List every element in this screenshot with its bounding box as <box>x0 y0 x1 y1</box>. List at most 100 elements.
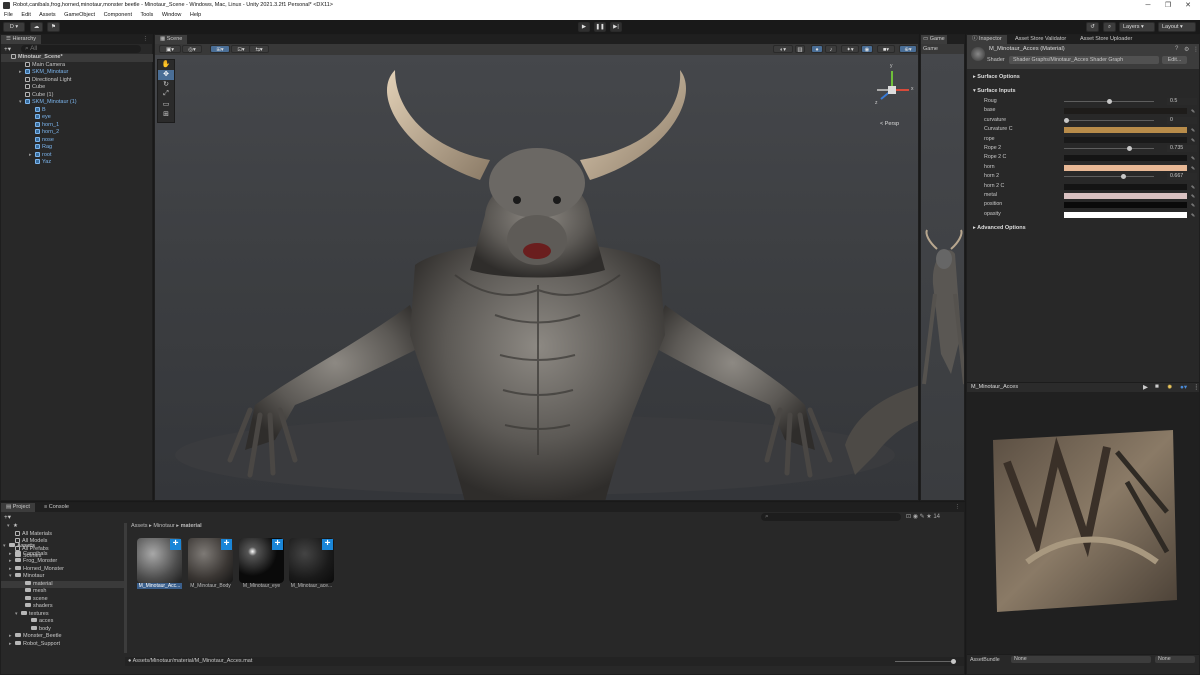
color-swatch[interactable] <box>1064 211 1187 218</box>
effects-icon[interactable]: ✦▾ <box>841 45 859 53</box>
menu-tools[interactable]: Tools <box>140 12 153 18</box>
lighting-icon[interactable]: ● <box>811 45 823 53</box>
hierarchy-item[interactable]: Yaz <box>1 159 153 167</box>
hierarchy-item[interactable]: horn_2 <box>1 129 153 137</box>
surface-inputs-foldout[interactable]: ▾ Surface Inputs <box>967 87 1199 96</box>
project-folder-item[interactable]: acces <box>1 618 124 626</box>
project-folder-item[interactable]: body <box>1 625 124 634</box>
hierarchy-item[interactable]: Cube <box>1 84 153 92</box>
move-tool-icon[interactable]: ✥ <box>158 70 174 80</box>
rect-tool-icon[interactable]: ▭ <box>158 100 174 110</box>
audio-icon[interactable]: ♪ <box>825 45 837 53</box>
help-icon[interactable]: ? <box>1175 46 1178 52</box>
hierarchy-search-input[interactable]: ⌕ All <box>21 45 141 53</box>
advanced-options-foldout[interactable]: ▸ Advanced Options <box>967 224 1199 233</box>
search-icon[interactable]: ⌕ <box>1103 22 1116 32</box>
create-plus-button[interactable]: +▾ <box>4 45 16 53</box>
preview-stop-icon[interactable]: ■ <box>1155 383 1159 390</box>
project-folder-item[interactable]: scene <box>1 595 124 604</box>
property-value-field[interactable]: 0.735 <box>1167 145 1197 152</box>
color-swatch[interactable] <box>1064 108 1187 115</box>
hierarchy-item[interactable]: B <box>1 106 153 115</box>
add-asset-icon[interactable]: + <box>170 539 181 550</box>
add-asset-icon[interactable]: + <box>221 539 232 550</box>
project-folder-item[interactable]: ▸ Monster_Beetle <box>1 633 124 641</box>
menu-gameobject[interactable]: GameObject <box>64 12 95 18</box>
menu-help[interactable]: Help <box>190 12 201 18</box>
game-display-dropdown[interactable]: Game <box>921 44 964 54</box>
asset-thumb-ace[interactable]: + <box>289 538 334 583</box>
surface-options-foldout[interactable]: ▸ Surface Options <box>967 73 1199 82</box>
thumbnail-size-slider[interactable] <box>895 659 956 664</box>
game-view[interactable] <box>921 54 964 500</box>
gizmos-icon[interactable]: ⊕▾ <box>899 45 917 53</box>
project-create-button[interactable]: +▾ <box>4 513 11 521</box>
breadcrumb-minotaur[interactable]: Minotaur <box>153 523 174 529</box>
menu-edit[interactable]: Edit <box>21 12 30 18</box>
pause-button[interactable]: ❚❚ <box>594 22 606 32</box>
play-button[interactable]: ▶ <box>578 22 590 32</box>
tab-inspector[interactable]: ⓘ Inspector <box>967 35 1007 44</box>
project-folder-item[interactable]: material <box>1 580 124 588</box>
hierarchy-item[interactable]: ▸ SKM_Minotaur <box>1 69 153 77</box>
snap-increment-icon[interactable]: ⊡▾ <box>231 45 251 53</box>
tab-console[interactable]: ≡ Console <box>39 503 74 512</box>
hidden-objects-icon[interactable]: ◉ <box>861 45 873 53</box>
slider-knob[interactable] <box>1127 146 1133 151</box>
grid-snap-icon[interactable]: ⊞▾ <box>210 45 230 53</box>
color-swatch[interactable] <box>1064 164 1187 171</box>
property-value-field[interactable]: 0.667 <box>1167 173 1197 181</box>
hierarchy-item[interactable]: Minotaur_Scene* <box>1 54 153 62</box>
rotate-tool-icon[interactable]: ↻ <box>158 80 174 90</box>
scale-tool-icon[interactable]: ⤢ <box>158 90 174 100</box>
tab-asset-store-uploader[interactable]: Asset Store Uploader <box>1075 35 1137 44</box>
draw-mode-icon[interactable]: ▣▾ <box>159 45 181 53</box>
tree-scrollbar[interactable] <box>124 523 127 653</box>
minimize-button[interactable]: ─ <box>1138 0 1158 11</box>
edit-shader-button[interactable]: Edit... <box>1162 56 1187 64</box>
preview-light-icon[interactable]: ✹ <box>1167 383 1172 391</box>
color-swatch[interactable] <box>1064 193 1187 199</box>
hierarchy-item[interactable]: ▾ SKM_Minotaur (1) <box>1 99 153 107</box>
menu-window[interactable]: Window <box>162 12 182 18</box>
assetbundle-dropdown[interactable]: None <box>1011 656 1151 663</box>
cloud-icon[interactable]: ☁ <box>30 22 43 32</box>
project-folder-item[interactable]: ▸ Cannibals <box>1 550 124 559</box>
slider-knob[interactable] <box>1121 174 1127 180</box>
scene-viewport[interactable]: ✋ ✥ ↻ ⤢ ▭ ⊞ y x z < Persp <box>155 55 918 500</box>
transform-tool-icon[interactable]: ⊞ <box>158 110 174 120</box>
hierarchy-item[interactable]: Rag <box>1 144 153 152</box>
account-dropdown[interactable]: D ▾ <box>3 22 25 32</box>
camera-settings-icon[interactable]: ■▾ <box>877 45 895 53</box>
axis-gizmo[interactable]: y x z <box>867 63 917 115</box>
render-mode-icon[interactable]: ◐▾ <box>773 45 793 53</box>
hierarchy-item[interactable]: Cube (1) <box>1 91 153 100</box>
project-folder-item[interactable]: ▸ Horned_Monster <box>1 565 124 574</box>
hand-tool-icon[interactable]: ✋ <box>158 60 174 70</box>
project-folder-item[interactable]: mesh <box>1 588 124 596</box>
project-folder-item[interactable]: ▸ Robot_Support <box>1 640 124 649</box>
preview-play-icon[interactable]: ▶ <box>1143 383 1148 391</box>
menu-assets[interactable]: Assets <box>39 12 56 18</box>
preview-shape-icon[interactable]: ●▾ <box>1180 383 1187 391</box>
history-icon[interactable]: ↺ <box>1086 22 1099 32</box>
hierarchy-item[interactable]: eye <box>1 114 153 122</box>
slider-knob[interactable] <box>1064 117 1069 123</box>
menu-file[interactable]: File <box>4 12 13 18</box>
asset-thumb-body[interactable]: + <box>188 538 233 583</box>
slider-knob[interactable] <box>1107 99 1112 104</box>
project-folder-item[interactable]: ▸ Frog_Monster <box>1 558 124 566</box>
hierarchy-item[interactable]: horn_1 <box>1 121 153 130</box>
property-slider[interactable] <box>1064 146 1154 151</box>
property-slider[interactable] <box>1064 117 1154 123</box>
project-folder-item[interactable]: ▾ Assets <box>1 543 124 551</box>
breadcrumb-assets[interactable]: Assets <box>131 523 148 529</box>
collab-icon[interactable]: ⚑ <box>47 22 60 32</box>
tab-project[interactable]: ▤ Project <box>1 503 35 512</box>
close-button[interactable]: ✕ <box>1178 0 1198 11</box>
project-folder-item[interactable]: ▾ textures <box>1 610 124 619</box>
hierarchy-item[interactable]: Main Camera <box>1 61 153 70</box>
color-swatch[interactable] <box>1064 136 1187 143</box>
color-swatch[interactable] <box>1064 127 1187 134</box>
color-swatch[interactable] <box>1064 183 1187 190</box>
